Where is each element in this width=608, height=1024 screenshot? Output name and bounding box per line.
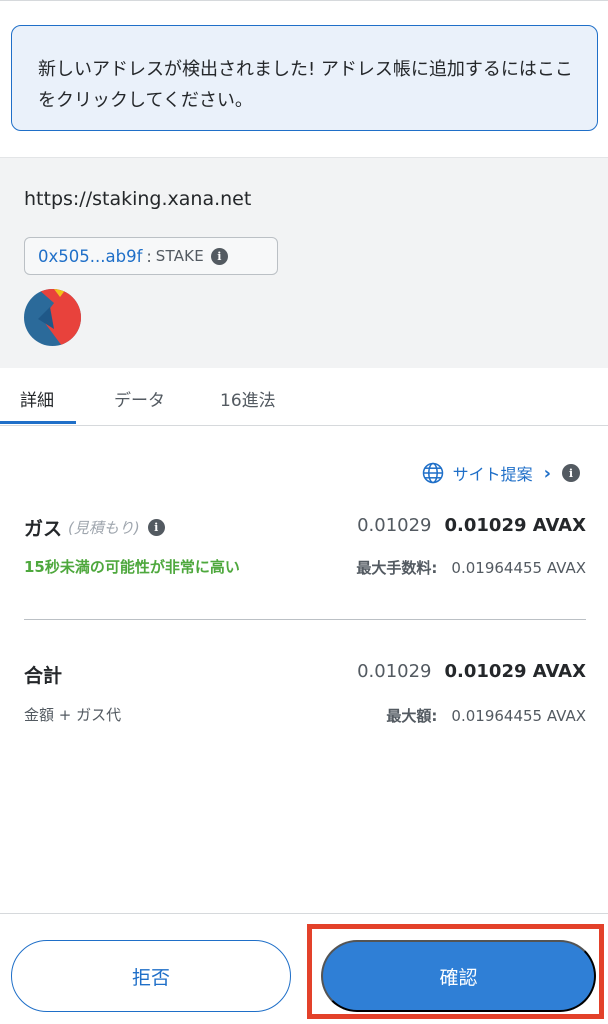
contract-pill[interactable]: 0x505...ab9f : STAKE i xyxy=(24,237,278,275)
max-amount-value: 0.01964455 AVAX xyxy=(451,707,586,725)
max-fee-value: 0.01964455 AVAX xyxy=(451,559,586,577)
active-tab-indicator xyxy=(0,421,76,424)
max-fee-label: 最大手数料: xyxy=(356,559,438,577)
total-native-amount: 0.01029 AVAX xyxy=(444,661,586,682)
notice-text: 新しいアドレスが検出されました! アドレス帳に追加するにはここをクリックしてくだ… xyxy=(38,59,573,111)
total-max-amount: 最大額: 0.01964455 AVAX xyxy=(386,705,586,726)
contract-address[interactable]: 0x505...ab9f xyxy=(38,247,142,266)
origin-url: https://staking.xana.net xyxy=(24,188,252,210)
total-amount: 0.01029 0.01029 AVAX xyxy=(357,661,586,682)
total-label-row: 合計 xyxy=(24,661,62,688)
tab-hex[interactable]: 16進法 xyxy=(220,386,276,411)
contract-separator: : xyxy=(146,246,152,266)
total-sub-label: 金額 + ガス代 xyxy=(24,706,122,724)
gas-label-row: ガス (見積もり) i xyxy=(24,514,165,541)
chevron-right-icon: › xyxy=(543,462,551,484)
gas-estimate-label: (見積もり) xyxy=(68,519,140,537)
globe-icon xyxy=(422,462,443,484)
total-fiat-amount: 0.01029 xyxy=(357,661,432,682)
info-icon[interactable]: i xyxy=(147,519,165,536)
gas-max-fee: 最大手数料: 0.01964455 AVAX xyxy=(356,557,586,578)
tab-bar: 詳細 データ 16進法 xyxy=(0,368,608,426)
tab-details[interactable]: 詳細 xyxy=(20,386,54,411)
reject-button[interactable]: 拒否 xyxy=(11,940,291,1012)
account-avatar-icon xyxy=(24,289,81,346)
max-amount-label: 最大額: xyxy=(386,707,438,725)
gas-amount: 0.01029 0.01029 AVAX xyxy=(357,515,586,536)
top-divider xyxy=(0,0,608,1)
site-suggestion-link[interactable]: サイト提案 › i xyxy=(422,461,580,485)
site-suggestion-label[interactable]: サイト提案 xyxy=(453,461,533,485)
gas-speed-estimate: 15秒未満の可能性が非常に高い xyxy=(24,558,240,576)
tab-data[interactable]: データ xyxy=(114,386,165,411)
gas-label: ガス xyxy=(24,518,63,540)
gas-native-amount: 0.01029 AVAX xyxy=(444,515,586,536)
gas-fiat-amount: 0.01029 xyxy=(357,515,432,536)
info-icon[interactable]: i xyxy=(210,247,228,265)
footer-divider xyxy=(0,913,608,914)
new-address-notice[interactable]: 新しいアドレスが検出されました! アドレス帳に追加するにはここをクリックしてくだ… xyxy=(11,25,598,131)
confirm-highlight-box xyxy=(307,924,604,1019)
origin-panel: https://staking.xana.net 0x505...ab9f : … xyxy=(0,157,608,368)
total-label: 合計 xyxy=(24,665,63,687)
contract-method: STAKE xyxy=(155,247,204,265)
section-divider xyxy=(24,619,586,620)
info-icon[interactable]: i xyxy=(562,464,580,482)
